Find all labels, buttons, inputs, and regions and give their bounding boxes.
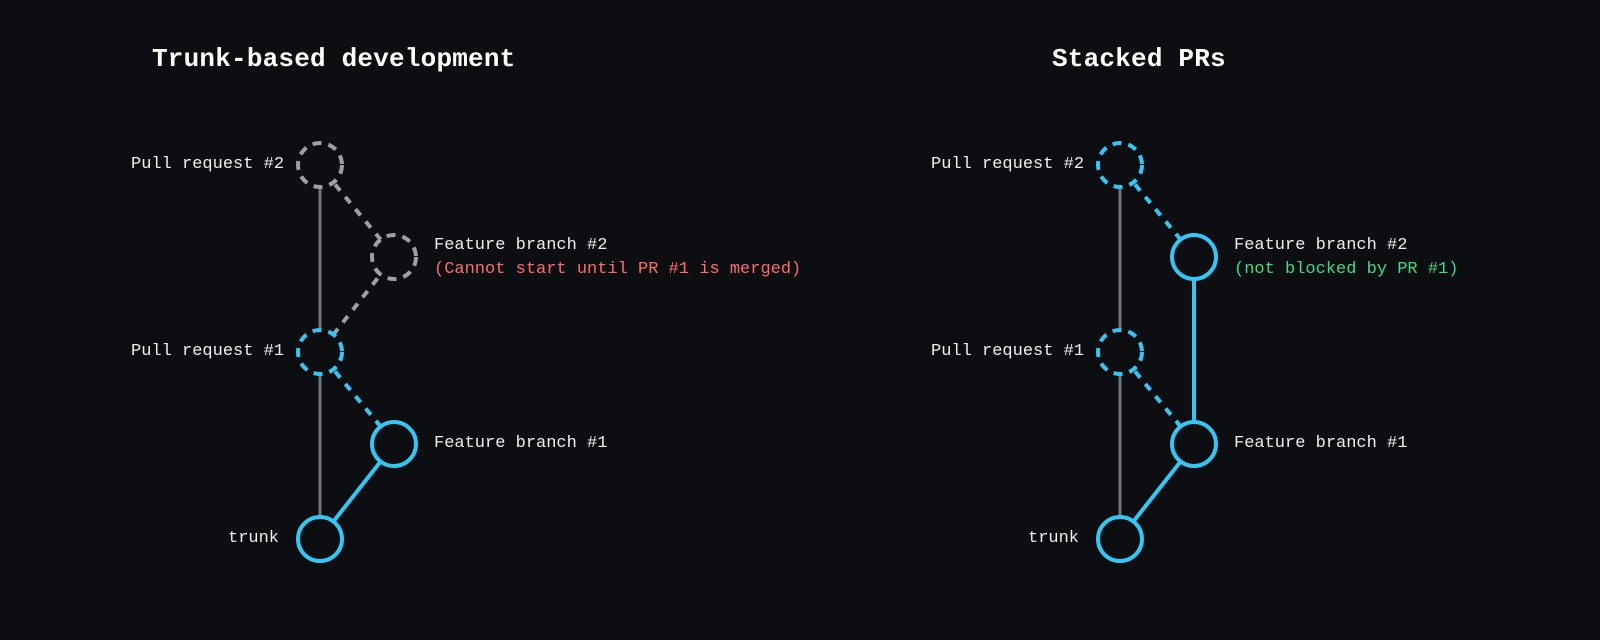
right-node-pr1: [1098, 330, 1142, 374]
right-label-trunk: trunk: [1028, 529, 1079, 548]
right-node-fb1: [1172, 422, 1216, 466]
right-label-fb2-note: (not blocked by PR #1): [1234, 260, 1458, 279]
left-node-trunk: [298, 517, 342, 561]
left-node-fb2: [372, 235, 416, 279]
left-label-fb2: Feature branch #2: [434, 236, 607, 255]
left-node-fb1: [372, 422, 416, 466]
left-edge-pr1-fb2: [333, 274, 381, 335]
left-node-pr2: [298, 143, 342, 187]
right-edge-trunk-fb1: [1133, 461, 1181, 522]
right-node-trunk: [1098, 517, 1142, 561]
left-edge-fb2-pr2: [333, 182, 381, 240]
right-node-pr2: [1098, 143, 1142, 187]
left-label-fb1: Feature branch #1: [434, 434, 607, 453]
right-label-pr2: Pull request #2: [931, 155, 1084, 174]
right-node-fb2: [1172, 235, 1216, 279]
left-label-pr1: Pull request #1: [131, 342, 284, 361]
left-node-pr1: [298, 330, 342, 374]
left-edge-fb1-pr1: [333, 369, 381, 427]
right-label-fb1: Feature branch #1: [1234, 434, 1407, 453]
left-edge-trunk-fb1: [333, 461, 381, 522]
right-label-fb2: Feature branch #2: [1234, 236, 1407, 255]
left-label-trunk: trunk: [228, 529, 279, 548]
left-label-pr2: Pull request #2: [131, 155, 284, 174]
right-label-pr1: Pull request #1: [931, 342, 1084, 361]
left-label-fb2-note: (Cannot start until PR #1 is merged): [434, 260, 801, 279]
right-edge-fb2-pr2: [1133, 182, 1181, 240]
right-edge-fb1-pr1: [1133, 369, 1181, 427]
